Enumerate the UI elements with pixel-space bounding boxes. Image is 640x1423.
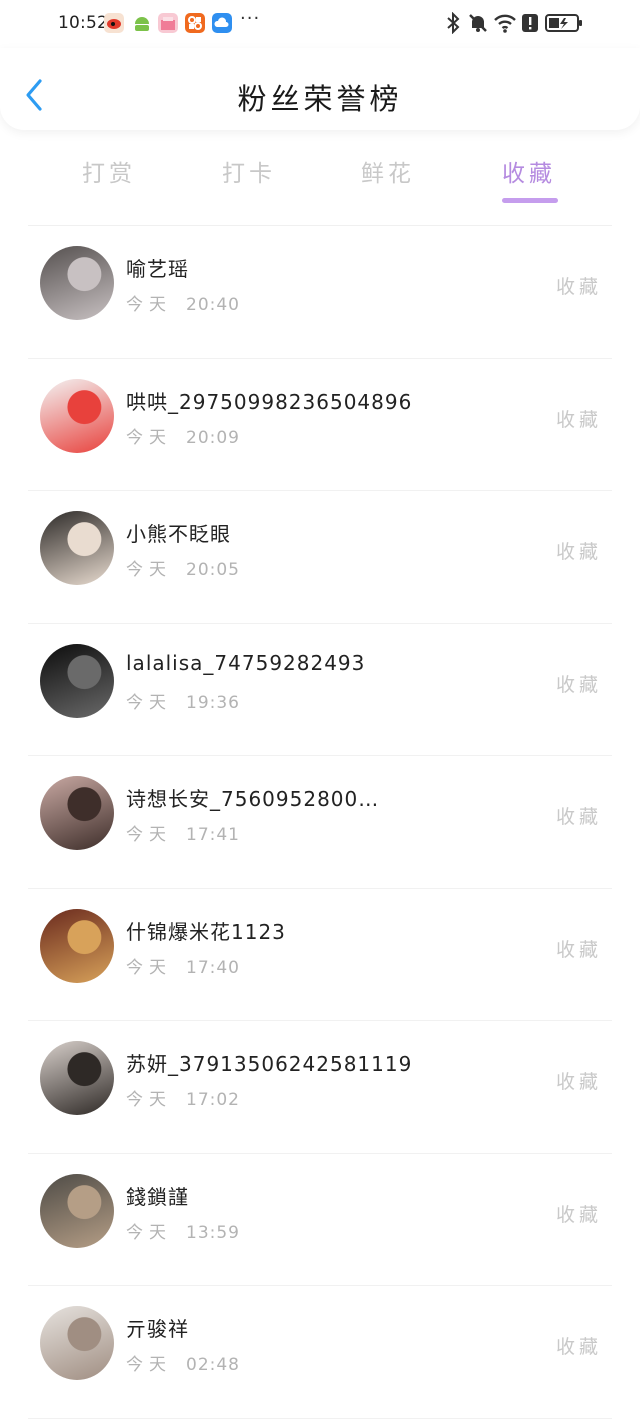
day-label: 今天 [126,560,172,580]
bluetooth-icon [444,11,462,38]
day-label: 今天 [126,295,172,315]
list-item[interactable]: 苏妍_3791350624258​1119 今天 17:02 收藏 [28,1021,612,1154]
timestamp: 今天 13:59 [126,1218,240,1243]
status-bar: 10:52 ··· [0,0,640,48]
status-label: 收藏 [555,276,602,298]
avatar [40,378,114,453]
tab-favorites[interactable]: 收藏 [484,154,574,188]
battery-charging-icon [545,12,583,38]
avatar [40,908,114,983]
day-label: 今天 [126,1355,172,1375]
time-value: 02:48 [186,1355,240,1375]
status-label: 收藏 [555,408,602,431]
fan-list: 喻艺瑶 今天 20:40 收藏 哄哄_2975099823650489​6 今天 2… [0,226,640,1419]
timestamp: 今天 20:40 [126,290,240,315]
tab-checkin[interactable]: 打卡 [204,154,294,188]
app-grid-icon [185,13,205,33]
more-notifications-icon: ··· [240,8,261,29]
time-value: 20:09 [186,427,240,448]
list-item[interactable]: 诗想长安_7560952800… 今天 17:41 收藏 [28,756,612,889]
day-label: 今天 [126,692,172,713]
status-label: 收藏 [555,1203,602,1226]
page-title: 粉丝荣誉榜 [237,82,403,116]
user-name: 什锦爆米花1123 [126,919,286,944]
header: 粉丝荣誉榜 [0,48,640,130]
list-item[interactable]: 亓骏祥 今天 02:48 收藏 [28,1286,612,1419]
active-tab-indicator [502,198,558,203]
user-name: lalalisa_74759282493 [126,650,366,675]
avatar [40,1306,114,1380]
user-name: 诗想长安_7560952800… [126,787,380,811]
avatar [40,643,114,718]
list-item[interactable]: 喻艺瑶 今天 20:40 收藏 [28,226,612,359]
avatar [40,1041,114,1115]
time-value: 17:02 [186,1090,240,1110]
avatar [40,246,114,320]
day-label: 今天 [126,1090,172,1110]
weibo-icon [104,13,124,33]
status-time: 10:52 [58,13,108,33]
list-item[interactable]: 錢鎖謹 今天 13:59 收藏 [28,1154,612,1286]
shop-icon [158,13,178,33]
status-label: 收藏 [555,541,602,563]
avatar [40,511,114,585]
timestamp: 今天 17:02 [126,1085,240,1110]
day-label: 今天 [126,825,172,845]
time-value: 17:40 [186,957,240,978]
user-name: 錢鎖謹 [126,1184,189,1209]
user-name: 亓骏祥 [126,1317,189,1341]
list-item[interactable]: lalalisa_74759282493 今天 19:36 收藏 [28,624,612,756]
cloud-icon [212,13,232,33]
time-value: 13:59 [186,1222,240,1243]
status-label: 收藏 [555,1071,602,1093]
user-name: 苏妍_3791350624258​1119 [126,1052,413,1076]
day-label: 今天 [126,957,172,978]
time-value: 19:36 [186,692,240,713]
status-label: 收藏 [555,1336,602,1358]
alert-icon [521,12,539,38]
time-value: 20:40 [186,295,240,315]
day-label: 今天 [126,1222,172,1243]
timestamp: 今天 20:05 [126,555,240,580]
android-icon [132,13,152,33]
tab-flowers[interactable]: 鲜花 [343,154,433,188]
wifi-icon [493,12,517,38]
status-label: 收藏 [555,673,602,696]
status-label: 收藏 [555,938,602,961]
tab-reward[interactable]: 打赏 [64,154,154,188]
user-name: 哄哄_2975099823650489​6 [126,389,413,414]
timestamp: 今天 19:36 [126,688,240,713]
timestamp: 今天 17:41 [126,820,240,845]
day-label: 今天 [126,427,172,448]
user-name: 小熊不眨眼 [126,522,231,546]
avatar [40,1173,114,1248]
tab-bar: 打赏 打卡 鲜花 收藏 [0,140,640,210]
mute-bell-icon [467,12,489,38]
timestamp: 今天 02:48 [126,1350,240,1375]
list-item[interactable]: 小熊不眨眼 今天 20:05 收藏 [28,491,612,624]
status-label: 收藏 [555,806,602,828]
user-name: 喻艺瑶 [126,257,189,281]
list-item[interactable]: 什锦爆米花1123 今天 17:40 收藏 [28,889,612,1021]
avatar [40,776,114,850]
timestamp: 今天 17:40 [126,953,240,978]
time-value: 20:05 [186,560,240,580]
time-value: 17:41 [186,825,240,845]
list-item[interactable]: 哄哄_2975099823650489​6 今天 20:09 收藏 [28,359,612,491]
timestamp: 今天 20:09 [126,423,240,448]
